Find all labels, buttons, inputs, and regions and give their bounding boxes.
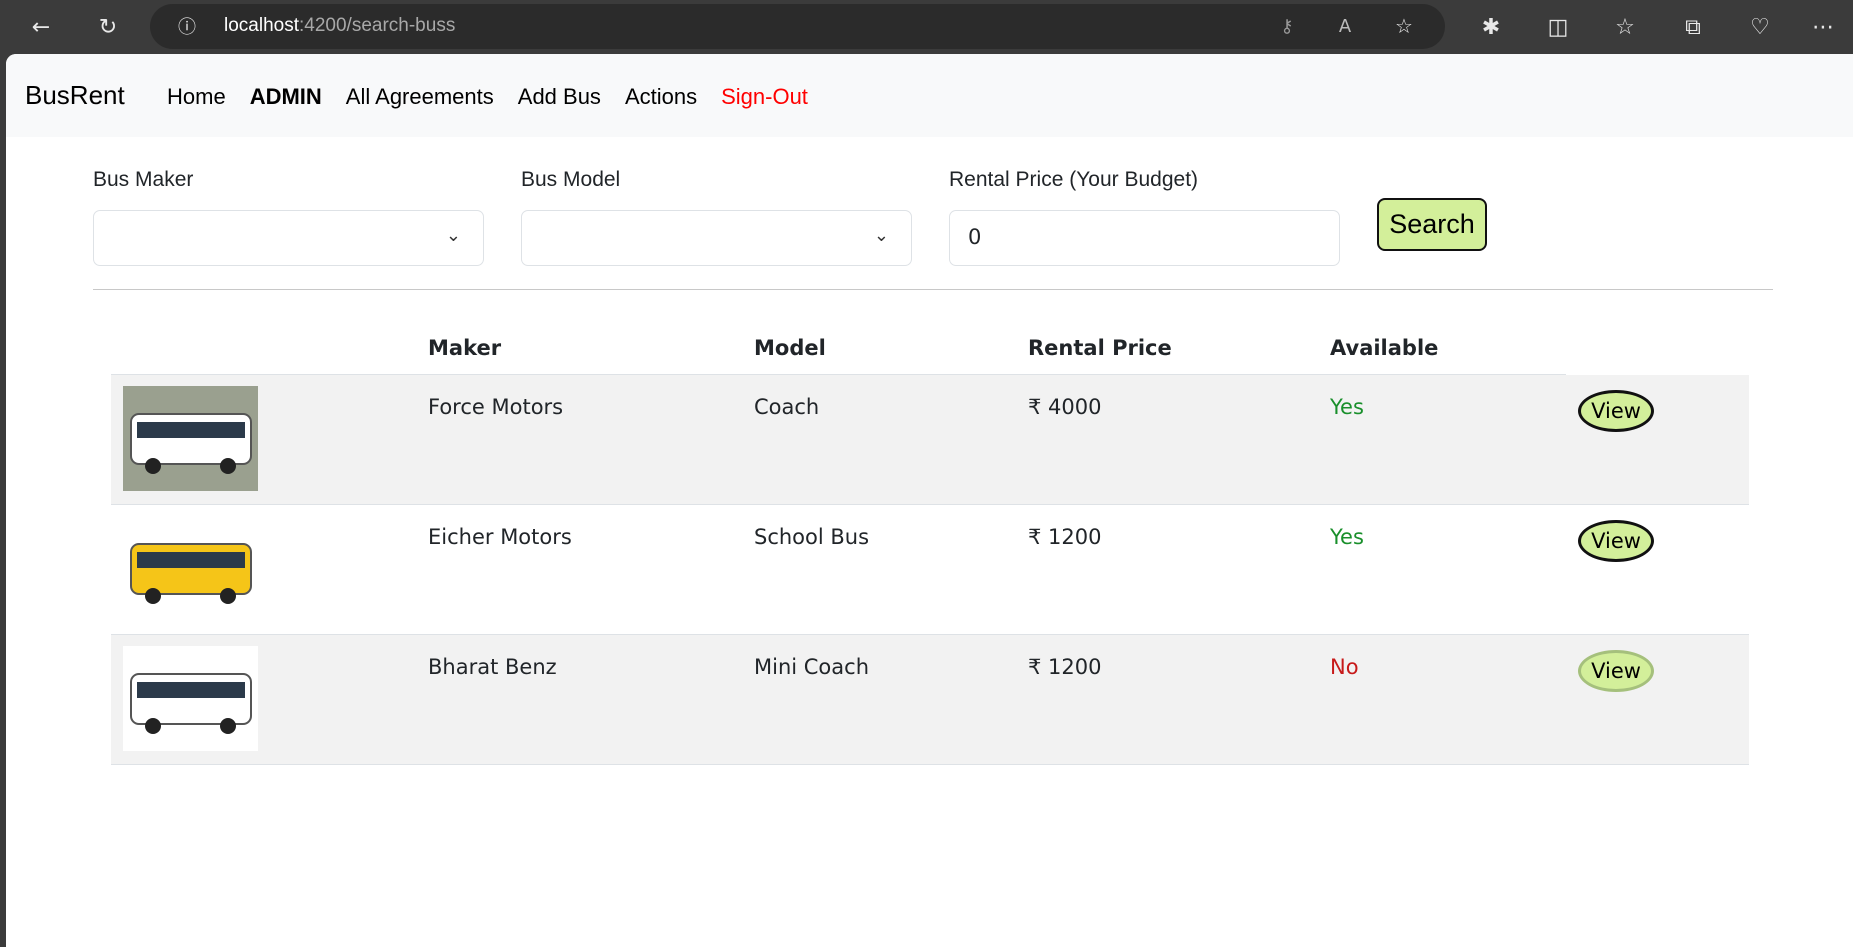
read-aloud-icon[interactable]: A (1328, 9, 1362, 43)
page: BusRent Home ADMIN All Agreements Add Bu… (6, 54, 1853, 947)
table-header: Maker Model Rental Price Available (111, 336, 1566, 375)
nav-sign-out[interactable]: Sign-Out (721, 84, 808, 110)
model-cell: School Bus (754, 525, 870, 549)
refresh-icon[interactable]: ↻ (91, 10, 125, 44)
maker-cell: Eicher Motors (428, 525, 572, 549)
bus-maker-label: Bus Maker (93, 168, 194, 191)
bus-image (123, 646, 258, 751)
available-cell: Yes (1330, 395, 1364, 419)
address-bar[interactable]: ⓘ localhost:4200/search-buss ⚷ A ☆ (150, 4, 1445, 49)
nav-admin[interactable]: ADMIN (250, 84, 322, 110)
header-rental-price: Rental Price (1028, 336, 1172, 360)
more-icon[interactable]: ⋯ (1806, 10, 1840, 44)
bus-table: Maker Model Rental Price Available Force… (111, 336, 1749, 765)
maker-cell: Bharat Benz (428, 655, 557, 679)
view-button[interactable]: View (1578, 520, 1654, 562)
info-icon[interactable]: ⓘ (170, 9, 204, 43)
available-cell: No (1330, 655, 1359, 679)
available-cell: Yes (1330, 525, 1364, 549)
table-row: Eicher Motors School Bus ₹ 1200 Yes View (111, 505, 1749, 635)
bus-model-label: Bus Model (521, 168, 621, 191)
model-cell: Coach (754, 395, 820, 419)
nav-actions[interactable]: Actions (625, 84, 697, 110)
url-host: localhost (224, 15, 299, 36)
key-icon[interactable]: ⚷ (1270, 9, 1304, 43)
navbar: BusRent Home ADMIN All Agreements Add Bu… (6, 54, 1853, 137)
table-row: Force Motors Coach ₹ 4000 Yes View (111, 375, 1749, 505)
nav-all-agreements[interactable]: All Agreements (346, 84, 494, 110)
url-path: :4200/search-buss (299, 15, 456, 36)
extensions-icon[interactable]: ✱ (1474, 10, 1508, 44)
favorite-star-icon[interactable]: ☆ (1387, 9, 1421, 43)
header-model: Model (754, 336, 826, 360)
price-cell: ₹ 1200 (1028, 655, 1102, 679)
nav-home[interactable]: Home (167, 84, 226, 110)
header-available: Available (1330, 336, 1439, 360)
brand[interactable]: BusRent (25, 80, 125, 111)
collections-icon[interactable]: ⧉ (1676, 10, 1710, 44)
bus-maker-select[interactable]: ⌄ (93, 210, 484, 266)
bus-image (123, 516, 258, 621)
view-button[interactable]: View (1578, 650, 1654, 692)
maker-cell: Force Motors (428, 395, 564, 419)
model-cell: Mini Coach (754, 655, 870, 679)
rental-price-label: Rental Price (Your Budget) (949, 168, 1199, 191)
view-button[interactable]: View (1578, 390, 1654, 432)
divider (93, 289, 1773, 290)
nav-add-bus[interactable]: Add Bus (518, 84, 601, 110)
browser-health-icon[interactable]: ♡ (1743, 10, 1777, 44)
chevron-down-icon: ⌄ (873, 225, 889, 246)
table-row: Bharat Benz Mini Coach ₹ 1200 No View (111, 635, 1749, 765)
split-screen-icon[interactable]: ◫ (1541, 10, 1575, 44)
price-cell: ₹ 1200 (1028, 525, 1102, 549)
price-cell: ₹ 4000 (1028, 395, 1102, 419)
favorites-icon[interactable]: ☆ (1608, 10, 1642, 44)
back-icon[interactable]: ← (24, 10, 58, 44)
bus-image (123, 386, 258, 491)
rental-price-input[interactable]: 0 (949, 210, 1340, 266)
bus-model-select[interactable]: ⌄ (521, 210, 912, 266)
header-maker: Maker (428, 336, 502, 360)
chevron-down-icon: ⌄ (445, 225, 461, 246)
browser-toolbar: ← ↻ ⓘ localhost:4200/search-buss ⚷ A ☆ ✱… (0, 0, 1853, 54)
search-button[interactable]: Search (1377, 198, 1487, 251)
